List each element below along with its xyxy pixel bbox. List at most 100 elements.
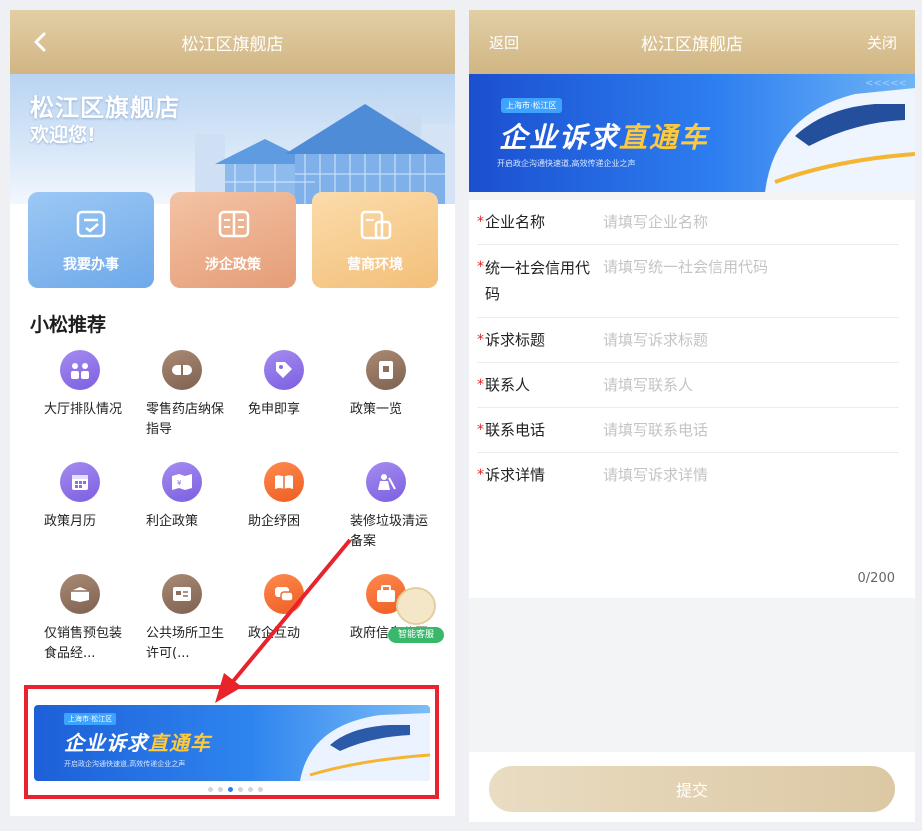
banner-tag: 上海市·松江区: [64, 713, 117, 725]
required-mark: *: [477, 332, 484, 348]
worker-icon: [366, 462, 406, 502]
page-title: 松江区旗舰店: [641, 34, 743, 55]
grid-item-label: 免申即享: [248, 402, 301, 417]
company-name-input[interactable]: [603, 210, 899, 234]
back-button[interactable]: 返回: [489, 32, 519, 53]
top-navbar: 松江区旗舰店: [10, 10, 455, 74]
details-textarea[interactable]: [603, 463, 899, 563]
carousel-dot[interactable]: [258, 787, 263, 792]
contact-input[interactable]: [603, 373, 899, 397]
document-icon: [366, 350, 406, 390]
field-label: 诉求标题: [485, 331, 546, 349]
required-mark: *: [477, 259, 484, 275]
field-label: 统一社会信用代码: [485, 259, 591, 303]
grid-item-policy-calendar[interactable]: 政策月历: [30, 462, 130, 532]
pill-icon: [162, 350, 202, 390]
submit-button[interactable]: 提交: [489, 766, 895, 812]
field-label: 企业名称: [485, 213, 546, 231]
grid-item-label: 仅销售预包装食品经...: [44, 626, 123, 661]
clipboard-check-icon: [76, 210, 106, 238]
banner-title-part1: 企业诉求: [64, 731, 148, 755]
field-label: 联系人: [485, 376, 531, 394]
hero-title: 松江区旗舰店: [30, 94, 180, 122]
carousel-dot[interactable]: [238, 787, 243, 792]
people-queue-icon: [60, 350, 100, 390]
mascot-badge: 智能客服: [388, 627, 444, 643]
submit-bar: 提交: [469, 752, 915, 822]
quick-card-business-env[interactable]: 营商环境: [312, 192, 438, 288]
required-mark: *: [477, 214, 484, 230]
char-counter: 0/200: [857, 571, 895, 586]
form-row-details: * 诉求详情: [477, 453, 899, 573]
grid-item-policy-list[interactable]: 政策一览: [336, 350, 436, 420]
quick-card-policy[interactable]: 涉企政策: [170, 192, 296, 288]
required-mark: *: [477, 377, 484, 393]
appeal-express-banner: 上海市·松江区 企业诉求直通车 开启政企沟通快速道,高效传递企业之声 <<<<<: [469, 74, 915, 192]
appeal-title-input[interactable]: [603, 328, 899, 352]
back-chevron-icon[interactable]: [32, 32, 48, 52]
grid-item-prepackaged-food[interactable]: 仅销售预包装食品经...: [30, 574, 130, 664]
bullet-train-icon: [300, 713, 430, 781]
credit-code-input[interactable]: [603, 255, 899, 279]
appeal-express-banner[interactable]: 上海市·松江区 企业诉求直通车 开启政企沟通快速道,高效传递企业之声: [34, 705, 430, 781]
required-mark: *: [477, 467, 484, 483]
box-icon: [60, 574, 100, 614]
right-screen: 返回 松江区旗舰店 关闭 上海市·松江区 企业诉求直通车 开启政企沟通快速道,高…: [469, 10, 915, 822]
map-icon: ¥: [162, 462, 202, 502]
page-title: 松江区旗舰店: [181, 34, 284, 55]
left-screen: 松江区旗舰店 松江区旗舰店 欢迎您! 我要办事 涉企政策 营商环境 小松推荐 大…: [10, 10, 455, 816]
field-label: 诉求详情: [485, 466, 546, 484]
carousel-dot-active[interactable]: [228, 787, 233, 792]
banner-title: 企业诉求直通车: [499, 116, 709, 156]
grid-item-benefit-policy[interactable]: ¥ 利企政策: [132, 462, 232, 532]
quick-card-label: 我要办事: [63, 257, 119, 273]
field-label: 联系电话: [485, 421, 546, 439]
red-arrow-annotation: [215, 538, 352, 703]
book-icon: [264, 462, 304, 502]
grid-item-label: 零售药店纳保指导: [146, 402, 225, 437]
form-row-appeal-title: * 诉求标题: [477, 318, 899, 363]
book-open-icon: [218, 210, 250, 238]
grid-item-pharmacy[interactable]: 零售药店纳保指导: [132, 350, 232, 440]
grid-item-no-apply[interactable]: 免申即享: [234, 350, 334, 420]
station-building-illustration: [195, 104, 455, 204]
svg-text:<<<<<: <<<<<: [865, 78, 907, 89]
carousel-dot[interactable]: [248, 787, 253, 792]
banner-title-part2: 直通车: [148, 731, 211, 755]
banner-slogan: 开启政企沟通快速道,高效传递企业之声: [64, 760, 186, 768]
highlight-box: 上海市·松江区 企业诉求直通车 开启政企沟通快速道,高效传递企业之声: [24, 685, 439, 799]
form-row-company: * 企业名称: [477, 200, 899, 245]
form-row-phone: * 联系电话: [477, 408, 899, 453]
bullet-train-icon: <<<<<: [765, 78, 915, 192]
grid-item-label: 利企政策: [146, 514, 199, 529]
carousel-dot[interactable]: [218, 787, 223, 792]
banner-tag: 上海市·松江区: [501, 98, 562, 113]
hero-subtitle: 欢迎您!: [30, 124, 96, 146]
top-navbar: 返回 松江区旗舰店 关闭: [469, 10, 915, 74]
svg-text:¥: ¥: [177, 479, 182, 487]
grid-item-label: 政策一览: [350, 402, 403, 417]
form-row-contact: * 联系人: [477, 363, 899, 408]
carousel-dot[interactable]: [208, 787, 213, 792]
banner-slogan: 开启政企沟通快速道,高效传递企业之声: [497, 159, 636, 168]
phone-input[interactable]: [603, 418, 899, 442]
grid-item-label: 助企纾困: [248, 514, 301, 529]
form-row-credit-code: * 统一社会信用代码: [477, 245, 899, 318]
quick-card-label: 涉企政策: [205, 257, 261, 273]
grid-item-label: 大厅排队情况: [44, 402, 123, 417]
banner-title-part2: 直通车: [619, 121, 710, 154]
quick-card-services[interactable]: 我要办事: [28, 192, 154, 288]
license-icon: [162, 574, 202, 614]
document-list-icon: [360, 210, 392, 240]
required-mark: *: [477, 422, 484, 438]
mascot-face-icon: [396, 587, 436, 625]
smart-service-mascot[interactable]: 智能客服: [388, 585, 444, 647]
grid-item-label: 政策月历: [44, 514, 97, 529]
banner-title-part1: 企业诉求: [499, 121, 620, 154]
banner-title: 企业诉求直通车: [64, 727, 211, 756]
close-button[interactable]: 关闭: [867, 32, 897, 53]
appeal-form: * 企业名称 * 统一社会信用代码 * 诉求标题 * 联系人 * 联系电话 * …: [469, 200, 915, 598]
carousel-dots: [208, 787, 263, 792]
grid-item-relief[interactable]: 助企纾困: [234, 462, 334, 532]
grid-item-queue[interactable]: 大厅排队情况: [30, 350, 130, 420]
